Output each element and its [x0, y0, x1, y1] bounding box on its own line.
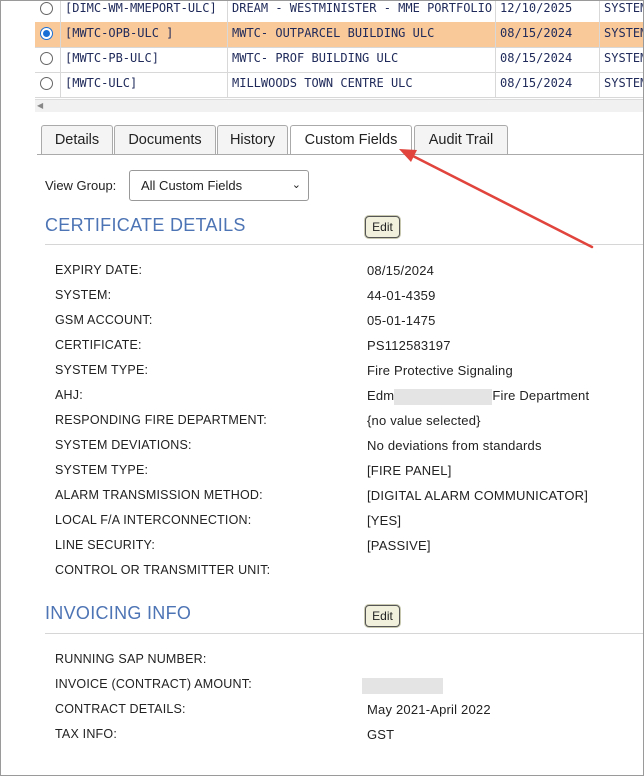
field-value: May 2021-April 2022	[367, 702, 491, 717]
field-label: SYSTEM TYPE:	[55, 363, 149, 377]
row-system: SYSTEM	[604, 1, 644, 15]
field-label: TAX INFO:	[55, 727, 117, 741]
section-divider	[45, 633, 643, 634]
row-date: 08/15/2024	[496, 22, 600, 47]
tab-details[interactable]: Details	[41, 125, 113, 154]
row-radio[interactable]	[40, 77, 53, 90]
row-date: 08/15/2024	[496, 47, 600, 72]
field-value: {no value selected}	[367, 413, 481, 428]
annotation-arrow-line	[407, 152, 594, 249]
redaction-block	[394, 388, 493, 405]
invoicing-section-title: INVOICING INFO	[45, 603, 192, 623]
view-group-selected: All Custom Fields	[141, 178, 243, 193]
row-name: DREAM - WESTMINISTER - MME PORTFOLIO	[228, 1, 496, 22]
tab-divider	[37, 154, 643, 155]
view-group-select[interactable]: All Custom Fields ⌄	[129, 170, 309, 201]
field-label: CONTROL OR TRANSMITTER UNIT:	[55, 563, 271, 577]
table-row[interactable]: [MWTC-ULC] MILLWOODS TOWN CENTRE ULC 08/…	[35, 72, 644, 98]
field-value: Fire Protective Signaling	[367, 363, 513, 378]
field-label: CERTIFICATE:	[55, 338, 142, 352]
certificate-edit-button[interactable]: Edit	[365, 216, 400, 238]
row-system: SYSTEM	[604, 51, 644, 65]
row-code: [MWTC-ULC]	[61, 72, 228, 97]
ahj-value-suffix: Fire Department	[492, 388, 590, 403]
field-label: LINE SECURITY:	[55, 538, 156, 552]
tab-history[interactable]: History	[217, 125, 288, 154]
field-label: ALARM TRANSMISSION METHOD:	[55, 488, 263, 502]
field-value: [YES]	[367, 513, 402, 528]
field-label: GSM ACCOUNT:	[55, 313, 153, 327]
ahj-value-prefix: Edm	[367, 388, 395, 403]
tab-documents[interactable]: Documents	[114, 125, 216, 154]
invoice-amount-value	[362, 677, 443, 694]
field-label: SYSTEM:	[55, 288, 112, 302]
row-radio-selected[interactable]	[40, 27, 53, 40]
field-value: 44-01-4359	[367, 288, 436, 303]
field-label: SYSTEM TYPE:	[55, 463, 149, 477]
field-value: No deviations from standards	[367, 438, 542, 453]
row-system: SYSTEM	[604, 26, 644, 40]
row-name: MWTC- PROF BUILDING ULC	[228, 47, 496, 72]
field-label: LOCAL F/A INTERCONNECTION:	[55, 513, 252, 527]
field-value: [FIRE PANEL]	[367, 463, 452, 478]
field-value: [DIGITAL ALARM COMMUNICATOR]	[367, 488, 589, 503]
ahj-value: Edm Fire Department	[367, 388, 589, 405]
app-window: [DIMC-WM-MMEPORT-ULC] DREAM - WESTMINIST…	[0, 0, 644, 776]
tab-custom-fields[interactable]: Custom Fields	[290, 125, 412, 155]
row-date: 12/10/2025	[496, 1, 600, 22]
row-date: 08/15/2024	[496, 72, 600, 97]
certificate-section-title: CERTIFICATE DETAILS	[45, 215, 246, 235]
field-value: 08/15/2024	[367, 263, 435, 278]
row-name: MILLWOODS TOWN CENTRE ULC	[228, 72, 496, 97]
horizontal-scrollbar[interactable]: ◀	[35, 99, 643, 112]
field-label: EXPIRY DATE:	[55, 263, 143, 277]
view-group-label: View Group:	[45, 178, 117, 193]
field-value: PS112583197	[367, 338, 451, 353]
table-row[interactable]: [MWTC-PB-ULC] MWTC- PROF BUILDING ULC 08…	[35, 47, 644, 73]
table-row-selected[interactable]: [MWTC-OPB-ULC ] MWTC- OUTPARCEL BUILDING…	[35, 22, 644, 48]
section-divider	[45, 244, 643, 245]
field-value: GST	[367, 727, 395, 742]
row-radio[interactable]	[40, 52, 53, 65]
row-radio[interactable]	[40, 2, 53, 15]
field-label: INVOICE (CONTRACT) AMOUNT:	[55, 677, 252, 691]
invoicing-edit-button[interactable]: Edit	[365, 605, 400, 627]
chevron-down-icon: ⌄	[291, 179, 301, 191]
table-row[interactable]: [DIMC-WM-MMEPORT-ULC] DREAM - WESTMINIST…	[35, 1, 644, 23]
row-name: MWTC- OUTPARCEL BUILDING ULC	[228, 22, 496, 47]
field-label: AHJ:	[55, 388, 83, 402]
row-system: SYSTEM	[604, 76, 644, 90]
row-code: [MWTC-OPB-ULC ]	[61, 22, 228, 47]
field-label: RUNNING SAP NUMBER:	[55, 652, 207, 666]
field-label: CONTRACT DETAILS:	[55, 702, 186, 716]
field-label: RESPONDING FIRE DEPARTMENT:	[55, 413, 267, 427]
tab-audit-trail[interactable]: Audit Trail	[414, 125, 508, 154]
field-value: [PASSIVE]	[367, 538, 431, 553]
row-code: [MWTC-PB-ULC]	[61, 47, 228, 72]
field-label: SYSTEM DEVIATIONS:	[55, 438, 192, 452]
field-value: 05-01-1475	[367, 313, 436, 328]
scroll-left-icon[interactable]: ◀	[37, 101, 43, 110]
redaction-block	[362, 677, 443, 694]
row-code: [DIMC-WM-MMEPORT-ULC]	[61, 1, 228, 22]
